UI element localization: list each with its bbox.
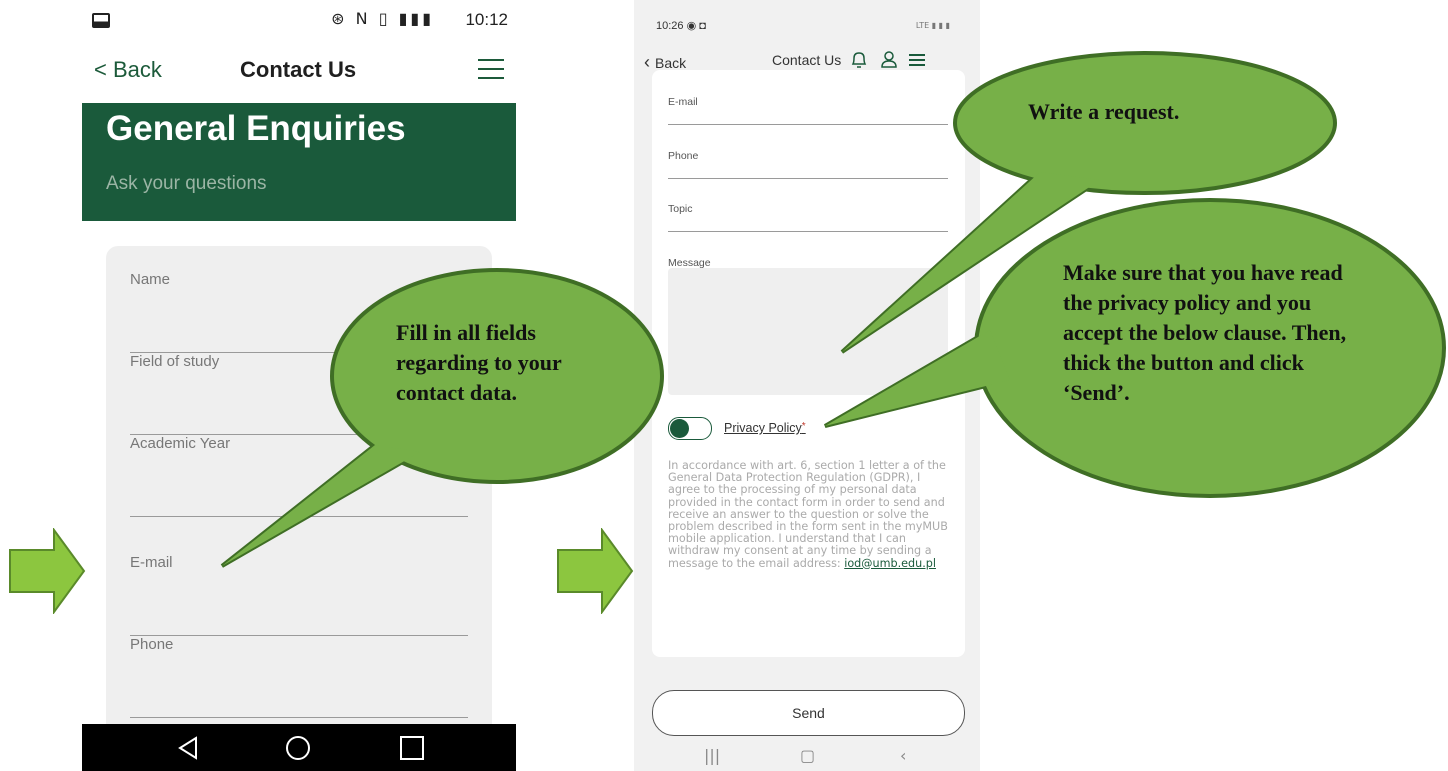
hamburger-menu-icon[interactable]: [478, 59, 504, 81]
toggle-knob: [670, 419, 689, 438]
field-underline: [130, 516, 468, 517]
privacy-consent-toggle[interactable]: [668, 417, 712, 440]
nav-home-icon[interactable]: [284, 734, 312, 762]
hero-banner: General Enquiries Ask your questions: [82, 103, 516, 221]
field-underline: [130, 717, 468, 718]
field-label: E-mail: [668, 96, 698, 108]
hero-title: General Enquiries: [106, 109, 406, 148]
email-field[interactable]: E-mail: [130, 554, 468, 636]
status-bar: 10:26 ◉ ◘ LTE ▮ ▮ ▮: [634, 0, 980, 40]
field-label: Name: [130, 271, 171, 288]
phone-field[interactable]: Phone: [130, 636, 468, 718]
hamburger-menu-icon[interactable]: [908, 50, 926, 70]
field-label: Topic: [668, 203, 693, 215]
gallery-icon: [92, 13, 110, 28]
consent-text: In accordance with art. 6, section 1 let…: [668, 459, 948, 570]
nav-home-icon[interactable]: ▢: [800, 746, 815, 765]
right-arrow-icon: [557, 528, 634, 614]
user-icon[interactable]: [880, 50, 898, 70]
field-label: Phone: [130, 636, 174, 653]
nav-recents-icon[interactable]: |||: [704, 746, 720, 765]
hero-subtitle: Ask your questions: [106, 173, 267, 194]
academic-year-field[interactable]: Academic Year: [130, 435, 468, 517]
message-textarea[interactable]: [668, 268, 948, 395]
email-field[interactable]: E-mail: [668, 72, 948, 125]
callout-bottom-right-text: Make sure that you have read the privacy…: [1063, 260, 1347, 405]
message-label-row: Message: [668, 233, 948, 269]
privacy-policy-link[interactable]: Privacy Policy*: [724, 421, 806, 435]
field-label: Field of study: [130, 353, 220, 370]
bell-icon[interactable]: [850, 50, 868, 70]
field-label: Academic Year: [130, 435, 231, 452]
page-title: Contact Us: [772, 52, 842, 68]
callout-left-text: Fill in all fields regarding to your con…: [396, 320, 562, 405]
chevron-left-icon: ‹: [644, 52, 655, 72]
android-nav-bar: [82, 724, 516, 771]
right-phone-screen: 10:26 ◉ ◘ LTE ▮ ▮ ▮ ‹ Back Contact Us E-…: [634, 0, 980, 771]
field-underline: [668, 231, 948, 232]
nav-back-icon[interactable]: ‹: [900, 746, 906, 765]
back-button[interactable]: < Back: [94, 57, 162, 83]
field-label: E-mail: [130, 554, 173, 571]
callout-top-right-text: Write a request.: [1028, 99, 1180, 124]
field-label: Phone: [668, 150, 699, 162]
send-button[interactable]: Send: [652, 690, 965, 736]
nav-back-icon[interactable]: [174, 734, 202, 762]
consent-email-link[interactable]: iod@umb.edu.pl: [844, 557, 936, 570]
status-icons: LTE ▮ ▮ ▮: [915, 21, 950, 30]
page-title: Contact Us: [240, 57, 357, 82]
status-icons: ⊛ N ▯ ▮▮▮: [331, 9, 434, 28]
topic-field[interactable]: Topic: [668, 179, 948, 232]
status-time: 10:26 ◉ ◘: [656, 20, 706, 32]
field-underline: [668, 124, 948, 125]
android-nav-bar: ||| ▢ ‹: [634, 746, 980, 771]
status-time: 10:12: [465, 10, 508, 29]
status-bar: ⊛ N ▯ ▮▮▮ 10:12: [82, 0, 516, 40]
nav-recents-icon[interactable]: [398, 734, 426, 762]
phone-field[interactable]: Phone: [668, 126, 948, 179]
left-arrow-icon: [9, 528, 86, 614]
required-mark: *: [801, 421, 806, 432]
